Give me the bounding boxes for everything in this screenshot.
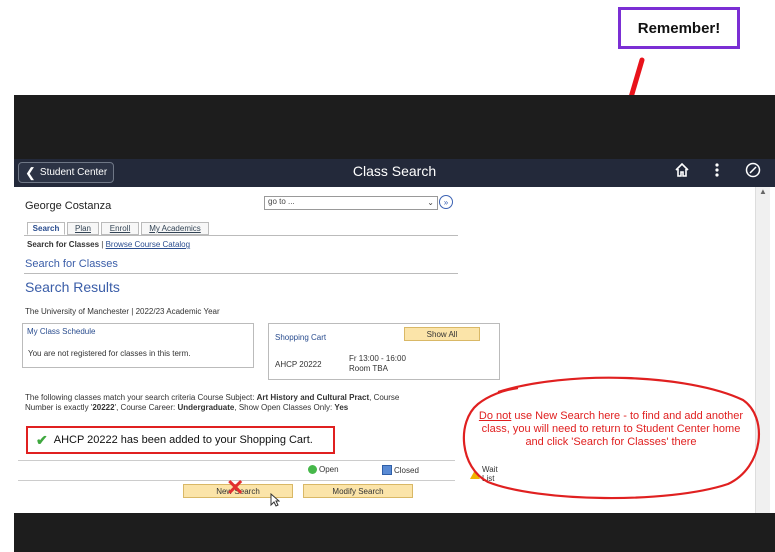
added-to-cart-message: ✔ AHCP 20222 has been added to your Shop… [26, 426, 335, 454]
sub-navigation: Search for Classes | Browse Course Catal… [27, 240, 190, 249]
double-chevron-right-icon: » [443, 197, 449, 207]
checkmark-icon: ✔ [36, 431, 48, 448]
section-title: Search for Classes [25, 258, 118, 270]
class-schedule-message: You are not registered for classes in th… [28, 349, 191, 358]
legend-closed-label: Closed [394, 465, 419, 475]
criteria-text-3: ', Course Career: [114, 403, 178, 412]
tab-divider [24, 235, 458, 236]
legend-open-label: Open [319, 465, 339, 474]
goto-value: go to ... [268, 197, 295, 206]
cart-time: Fr 13:00 - 16:00 [349, 354, 406, 363]
closed-status-icon [382, 465, 392, 475]
cart-schedule: Fr 13:00 - 16:00 Room TBA [349, 354, 406, 374]
more-vert-icon[interactable] [714, 162, 720, 183]
navigation-bar: ❮ Student Center Class Search [14, 159, 775, 187]
subnav-separator: | [101, 240, 104, 249]
red-x-icon: ✕ [226, 475, 245, 500]
criteria-text-1: The following classes match your search … [25, 393, 257, 402]
show-all-button[interactable]: Show All [404, 327, 480, 341]
criteria-open-only: Yes [334, 403, 349, 412]
user-name: George Costanza [25, 200, 112, 212]
criteria-text-4: , Show Open Classes Only: [234, 403, 335, 412]
compass-icon[interactable] [745, 162, 761, 183]
class-schedule-title[interactable]: My Class Schedule [27, 327, 95, 336]
tab-plan[interactable]: Plan [67, 222, 99, 235]
open-status-icon [308, 465, 317, 474]
annotation-note-text: Do not use New Search here - to find and… [476, 410, 746, 449]
app-footer [14, 513, 775, 552]
shopping-cart-title: Shopping Cart [275, 333, 327, 342]
page-title: Class Search [352, 163, 437, 179]
scroll-up-icon[interactable]: ▲ [759, 187, 767, 196]
criteria-number: 20222 [92, 403, 115, 412]
section-divider [24, 273, 458, 274]
chevron-down-icon: ⌄ [427, 198, 434, 207]
tab-search[interactable]: Search [27, 222, 65, 235]
goto-dropdown[interactable]: go to ... ⌄ [264, 196, 438, 210]
subnav-current: Search for Classes [27, 240, 100, 249]
results-title: Search Results [25, 279, 120, 295]
annotation-note: Do not use New Search here - to find and… [458, 372, 766, 502]
mouse-cursor-icon [270, 492, 281, 510]
app-header [14, 95, 775, 159]
tab-enroll[interactable]: Enroll [101, 222, 139, 235]
legend-closed: Closed [382, 465, 419, 475]
home-icon[interactable] [674, 162, 690, 183]
tab-my-academics[interactable]: My Academics [141, 222, 209, 235]
browse-course-catalog-link[interactable]: Browse Course Catalog [106, 240, 190, 249]
search-criteria-text: The following classes match your search … [25, 393, 420, 413]
criteria-career: Undergraduate [177, 403, 235, 412]
added-message-text: AHCP 20222 has been added to your Shoppi… [53, 434, 313, 446]
criteria-subject: Art History and Cultural Pract [256, 393, 370, 402]
class-schedule-box: My Class Schedule You are not registered… [22, 323, 254, 368]
institution-term: The University of Manchester | 2022/23 A… [25, 307, 220, 316]
goto-submit-button[interactable]: » [439, 195, 453, 209]
annotation-note-body: use New Search here - to find and add an… [481, 410, 744, 448]
cart-room: Room TBA [349, 364, 388, 373]
legend-open: Open [308, 465, 339, 474]
cart-course: AHCP 20222 [275, 360, 322, 369]
modify-search-button[interactable]: Modify Search [303, 484, 413, 498]
annotation-note-prefix: Do not [478, 410, 512, 422]
